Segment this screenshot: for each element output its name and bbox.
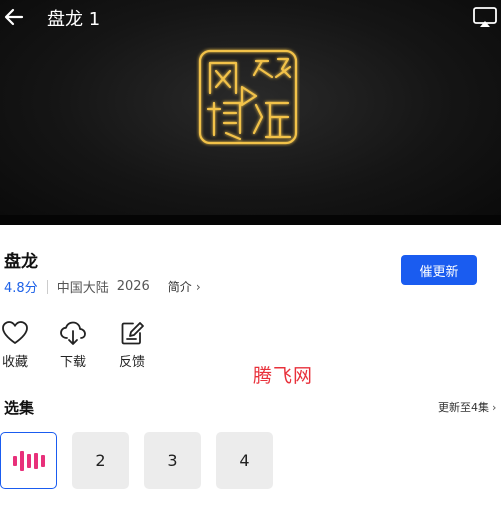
meta-divider (46, 279, 48, 294)
show-meta: 4.8分 中国大陆 2026 简介 › (4, 277, 201, 296)
intro-label: 简介 (167, 280, 192, 294)
favorite-action[interactable]: 收藏 (0, 320, 37, 370)
episode-tile-4[interactable]: 4 (216, 432, 273, 489)
cast-button[interactable] (472, 5, 498, 29)
back-button[interactable] (2, 4, 26, 30)
heart-icon (2, 321, 28, 344)
episodes-heading: 选集 (4, 399, 35, 417)
edit-feedback-icon (121, 322, 144, 345)
action-label: 收藏 (1, 355, 28, 370)
action-label: 下载 (59, 355, 86, 370)
score-label: 4.8分 (4, 281, 38, 296)
wangluo-shiting-seal-logo (198, 49, 298, 145)
episode-tile-1[interactable] (0, 432, 57, 489)
video-player[interactable]: 盘龙 1 (0, 0, 501, 225)
episode-tile-2[interactable]: 2 (72, 432, 129, 489)
cast-screen-icon (473, 7, 497, 27)
episodes-update-link[interactable]: 更新至4集 › (438, 399, 496, 415)
episode-tile-3[interactable]: 3 (144, 432, 201, 489)
player-progress-strip (0, 215, 501, 225)
feedback-action[interactable]: 反馈 (110, 320, 154, 370)
chevron-right-icon: › (195, 279, 201, 294)
action-label: 反馈 (118, 355, 145, 370)
arrow-left-icon (4, 8, 24, 26)
cloud-download-icon (60, 321, 86, 345)
episodes-update-text: 更新至4集 (438, 401, 489, 414)
show-title: 盘龙 (4, 252, 38, 272)
download-action[interactable]: 下载 (51, 320, 95, 370)
chevron-right-icon: › (492, 400, 497, 414)
video-title: 盘龙 1 (47, 9, 101, 30)
remind-update-button[interactable]: 催更新 (401, 255, 477, 285)
region-label: 中国大陆 (56, 281, 109, 296)
intro-link[interactable]: 简介 › (168, 278, 201, 295)
now-playing-icon (12, 450, 45, 472)
year-label: 2026 (116, 279, 150, 294)
watermark-text: 腾飞网 (253, 365, 314, 387)
